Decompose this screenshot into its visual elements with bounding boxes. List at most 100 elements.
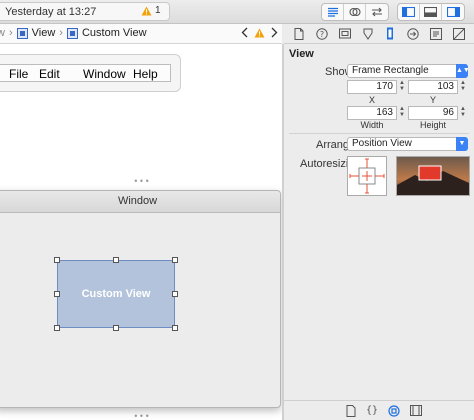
jump-bar-controls: [241, 27, 278, 38]
assistant-editor-button[interactable]: [344, 4, 366, 20]
resize-handle-bottom-right[interactable]: [172, 325, 178, 331]
arrange-value: Position View: [352, 138, 412, 149]
resize-handle-bottom-left[interactable]: [54, 325, 60, 331]
view-section-title: View: [289, 48, 314, 60]
file-template-icon[interactable]: [346, 404, 356, 417]
chevron-right-icon: ›: [8, 27, 13, 39]
rings-icon: [348, 7, 361, 17]
width-field[interactable]: 163: [347, 106, 397, 120]
ruler-icon: [387, 27, 394, 40]
resize-handle-right[interactable]: [172, 291, 178, 297]
quick-help-tab[interactable]: ?: [315, 27, 329, 41]
effects-icon: [452, 27, 465, 40]
custom-view[interactable]: Custom View: [57, 260, 175, 328]
file-inspector-tab[interactable]: [292, 27, 306, 41]
menu-item-edit[interactable]: Edit: [39, 67, 60, 81]
menu-item-file[interactable]: File: [9, 67, 28, 81]
width-label: Width: [360, 120, 384, 130]
left-panel-icon: [402, 7, 415, 17]
warning-icon: [141, 6, 152, 15]
show-value: Frame Rectangle: [352, 65, 429, 76]
arrows-icon: [372, 7, 382, 17]
show-popup[interactable]: Frame Rectangle ▲▼: [347, 64, 470, 78]
bindings-icon: [429, 27, 442, 40]
interface-canvas[interactable]: File Edit Window Help • • • Window Custo…: [0, 44, 283, 420]
height-stepper[interactable]: ▲ ▼: [459, 106, 467, 120]
autoresizing-springs-icon: [349, 158, 385, 194]
help-icon: ?: [316, 27, 328, 40]
identity-inspector-tab[interactable]: [338, 27, 352, 41]
svg-text:?: ?: [320, 29, 324, 38]
height-field[interactable]: 96: [408, 106, 458, 120]
autoresizing-mask-control[interactable]: [347, 156, 387, 196]
jump-bar: w › View › Custom View: [0, 24, 282, 44]
y-field[interactable]: 103: [408, 80, 458, 94]
x-label: X: [368, 95, 375, 105]
resize-handle-top-right[interactable]: [172, 257, 178, 263]
editor-mode-group: [321, 3, 389, 21]
bindings-inspector-tab[interactable]: [429, 27, 443, 41]
x-stepper[interactable]: ▲ ▼: [398, 80, 406, 94]
inspector-tabs: ?: [284, 24, 474, 44]
main-menu-frame: File Edit Window Help: [0, 54, 181, 92]
menu-item-help[interactable]: Help: [133, 67, 158, 81]
activity-status: Yesterday at 13:27 1: [0, 2, 170, 21]
height-label: Height: [419, 120, 446, 130]
library-tabs: {}: [284, 400, 474, 420]
warning-icon[interactable]: [254, 28, 265, 38]
resize-handle-top[interactable]: [113, 257, 119, 263]
lines-icon: [327, 7, 338, 17]
chevron-right-icon: w: [0, 27, 5, 39]
resize-handle-bottom[interactable]: [113, 325, 119, 331]
window-title: Window: [0, 191, 280, 213]
view-icon: [16, 27, 28, 39]
resize-handle-top-left[interactable]: [54, 257, 60, 263]
y-stepper[interactable]: ▲ ▼: [459, 80, 467, 94]
media-library-icon[interactable]: [410, 405, 422, 416]
file-icon: [294, 27, 304, 40]
custom-view-label: Custom View: [81, 288, 151, 300]
standard-editor-button[interactable]: [322, 4, 344, 20]
connections-inspector-tab[interactable]: [406, 27, 420, 41]
custom-view-icon: [66, 27, 78, 39]
menu-item-window[interactable]: Window: [83, 67, 126, 81]
bottom-panel-icon: [424, 7, 437, 17]
version-editor-button[interactable]: [366, 4, 388, 20]
arrow-circle-icon: [407, 27, 419, 40]
chevron-right-icon[interactable]: [271, 27, 278, 38]
size-inspector: ? View Show Frame Rectangle ▲▼ 170 ▲ ▼ 10…: [284, 24, 474, 420]
autoresizing-preview: [396, 156, 470, 196]
arrange-popup[interactable]: Position View ▼: [347, 137, 468, 151]
view-effects-inspector-tab[interactable]: [452, 27, 466, 41]
window-scene[interactable]: Window Custom View: [0, 190, 281, 408]
breadcrumb-custom-view[interactable]: Custom View: [82, 27, 147, 39]
shield-icon: [363, 28, 373, 40]
main-menu[interactable]: File Edit Window Help: [0, 64, 171, 82]
popup-arrows-icon: ▼: [456, 137, 468, 151]
right-panel-icon: [446, 7, 460, 17]
width-stepper[interactable]: ▲ ▼: [398, 106, 406, 120]
object-library-icon[interactable]: [388, 404, 400, 417]
breadcrumb-view[interactable]: View: [32, 27, 56, 39]
status-text: Yesterday at 13:27: [5, 6, 97, 18]
debug-toggle-button[interactable]: [420, 4, 442, 20]
chevron-left-icon[interactable]: [241, 27, 248, 38]
landscape-preview-image: [397, 157, 469, 195]
panel-toggle-group: [397, 3, 465, 21]
resize-handle-left[interactable]: [54, 291, 60, 297]
chevron-right-icon: ›: [59, 27, 63, 39]
breadcrumb: w › View › Custom View: [0, 27, 147, 39]
identity-card-icon: [338, 28, 351, 39]
x-field[interactable]: 170: [347, 80, 397, 94]
y-label: Y: [429, 95, 436, 105]
navigator-toggle-button[interactable]: [398, 4, 420, 20]
warning-count: 1: [155, 5, 161, 16]
toolbar: Yesterday at 13:27 1: [0, 0, 474, 24]
section-divider: [289, 133, 469, 134]
code-snippet-icon[interactable]: {}: [366, 405, 378, 416]
utilities-toggle-button[interactable]: [442, 4, 464, 20]
canvas-separator-bottom: • • •: [134, 411, 149, 420]
warning-badge[interactable]: 1: [141, 5, 161, 16]
attributes-inspector-tab[interactable]: [361, 27, 375, 41]
size-inspector-tab[interactable]: [383, 27, 397, 41]
